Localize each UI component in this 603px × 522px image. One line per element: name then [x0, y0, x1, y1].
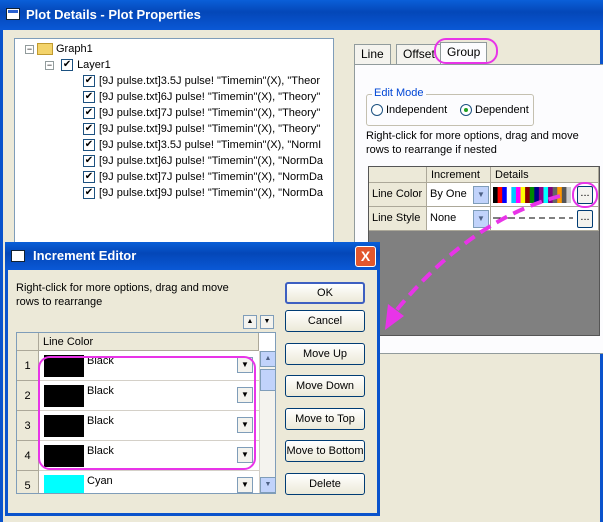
plot-checkbox[interactable]: ✔: [83, 91, 95, 104]
group-grid: Increment Details Line Color By One ▼ ..…: [368, 166, 600, 336]
list-header-blank: [17, 333, 39, 351]
plot-checkbox[interactable]: ✔: [83, 187, 95, 200]
list-item[interactable]: Cyan ▼: [39, 471, 259, 493]
editor-hint-line1: Right-click for more options, drag and m…: [16, 282, 229, 294]
radio-icon[interactable]: [371, 104, 383, 117]
color-strip-swatch: [520, 187, 526, 203]
collapse-icon[interactable]: −: [45, 60, 54, 70]
chevron-down-icon[interactable]: ▼: [473, 210, 489, 228]
color-strip-swatch: [506, 187, 512, 203]
move-to-top-button[interactable]: Move to Top: [285, 408, 365, 430]
move-down-arrow-icon[interactable]: ▼: [260, 315, 274, 329]
group-hint-line1: Right-click for more options, drag and m…: [366, 130, 579, 142]
color-strip-swatch: [502, 187, 508, 203]
tree-node-graph[interactable]: − Graph1: [25, 41, 93, 57]
row-label-line-style: Line Style: [369, 207, 427, 231]
delete-button[interactable]: Delete: [285, 473, 365, 495]
plot-checkbox[interactable]: ✔: [83, 139, 95, 152]
color-strip-swatch: [561, 187, 567, 203]
tree-item[interactable]: ✔ [9J pulse.txt]7J pulse! "Timemin"(X), "…: [83, 105, 320, 121]
row-number: 2: [17, 381, 39, 411]
color-strip-swatch: [515, 187, 522, 203]
chevron-down-icon[interactable]: ▼: [237, 477, 253, 493]
group-hint-line2: rows to rearrange if nested: [366, 144, 497, 156]
folder-icon: [37, 43, 53, 56]
grid-header-details: Details: [491, 167, 599, 183]
tree-item[interactable]: ✔ [9J pulse.txt]9J pulse! "Timemin"(X), "…: [83, 121, 320, 137]
row-number: 3: [17, 411, 39, 441]
edit-mode-legend: Edit Mode: [372, 87, 426, 99]
color-strip-swatch: [566, 187, 571, 203]
dialog-icon: [11, 250, 25, 262]
move-to-bottom-button[interactable]: Move to Bottom: [285, 440, 365, 462]
radio-independent[interactable]: Independent: [371, 104, 447, 117]
row-label-line-color: Line Color: [369, 183, 427, 207]
tab-line[interactable]: Line: [354, 44, 391, 64]
rows-highlight: [38, 356, 256, 470]
plot-checkbox[interactable]: ✔: [83, 155, 95, 168]
move-up-arrow-icon[interactable]: ▲: [243, 315, 257, 329]
color-strip-swatch: [552, 187, 558, 203]
line-style-preview: [493, 217, 573, 219]
row-number: 5: [17, 471, 39, 493]
ok-button[interactable]: OK: [285, 282, 365, 304]
close-icon[interactable]: X: [355, 246, 376, 267]
tree-item[interactable]: ✔ [9J pulse.txt]6J pulse! "Timemin"(X), "…: [83, 89, 320, 105]
color-strip-swatch: [534, 187, 540, 203]
color-strip-swatch: [511, 187, 517, 203]
list-header-line-color: Line Color: [39, 333, 259, 351]
tab-highlight-circle: [434, 38, 498, 64]
chevron-down-icon[interactable]: ▼: [473, 186, 489, 204]
scroll-thumb[interactable]: [260, 369, 275, 391]
color-strip-swatch: [529, 187, 535, 203]
plot-checkbox[interactable]: ✔: [83, 75, 95, 88]
plot-tree[interactable]: − Graph1 − ✔ Layer1 ✔ [9J pulse.txt]3.5J pu…: [14, 38, 334, 244]
dialog-titlebar: Increment Editor: [5, 242, 380, 270]
tree-node-layer[interactable]: − ✔ Layer1: [45, 57, 111, 73]
color-swatch: [44, 475, 84, 493]
radio-selected-icon[interactable]: [460, 104, 472, 117]
radio-dependent[interactable]: Dependent: [460, 104, 529, 117]
details-button-highlight: [572, 182, 598, 208]
scroll-down-icon[interactable]: ▼: [260, 477, 275, 493]
collapse-icon[interactable]: −: [25, 44, 34, 54]
layer-checkbox[interactable]: ✔: [61, 59, 74, 72]
editor-hint-line2: rows to rearrange: [16, 296, 103, 308]
line-style-details-button[interactable]: ...: [577, 210, 593, 228]
scroll-up-icon[interactable]: ▲: [260, 351, 275, 367]
grid-header-blank: [369, 167, 427, 183]
move-up-button[interactable]: Move Up: [285, 343, 365, 365]
color-strip-swatch: [548, 187, 554, 203]
row-number: 1: [17, 351, 39, 381]
color-strip-swatch: [538, 187, 544, 203]
tree-item[interactable]: ✔ [9J pulse.txt]3.5J pulse! "Timemin"(X),…: [83, 73, 320, 89]
app-icon: [6, 8, 20, 20]
tree-item[interactable]: ✔ [9J pulse.txt]6J pulse! "Timemin"(X), "…: [83, 153, 323, 169]
tree-item[interactable]: ✔ [9J pulse.txt]9J pulse! "Timemin"(X), "…: [83, 185, 323, 201]
window-title: Plot Details - Plot Properties: [26, 7, 201, 22]
list-scrollbar[interactable]: ▲ ▼: [259, 351, 275, 493]
color-strip-swatch: [493, 187, 499, 203]
plot-checkbox[interactable]: ✔: [83, 107, 95, 120]
grid-header-increment: Increment: [427, 167, 491, 183]
color-strip: [493, 187, 571, 203]
plot-checkbox[interactable]: ✔: [83, 123, 95, 136]
tree-item[interactable]: ✔ [9J pulse.txt]3.5J pulse! "Timemin"(X),…: [83, 137, 321, 153]
color-strip-swatch: [497, 187, 503, 203]
color-strip-swatch: [557, 187, 563, 203]
cancel-button[interactable]: Cancel: [285, 310, 365, 332]
main-window-titlebar: Plot Details - Plot Properties: [0, 0, 603, 30]
tree-item[interactable]: ✔ [9J pulse.txt]7J pulse! "Timemin"(X), "…: [83, 169, 323, 185]
move-down-button[interactable]: Move Down: [285, 375, 365, 397]
color-strip-swatch: [543, 187, 549, 203]
plot-checkbox[interactable]: ✔: [83, 171, 95, 184]
color-strip-swatch: [525, 187, 531, 203]
row-number: 4: [17, 441, 39, 471]
dialog-title: Increment Editor: [33, 248, 137, 263]
